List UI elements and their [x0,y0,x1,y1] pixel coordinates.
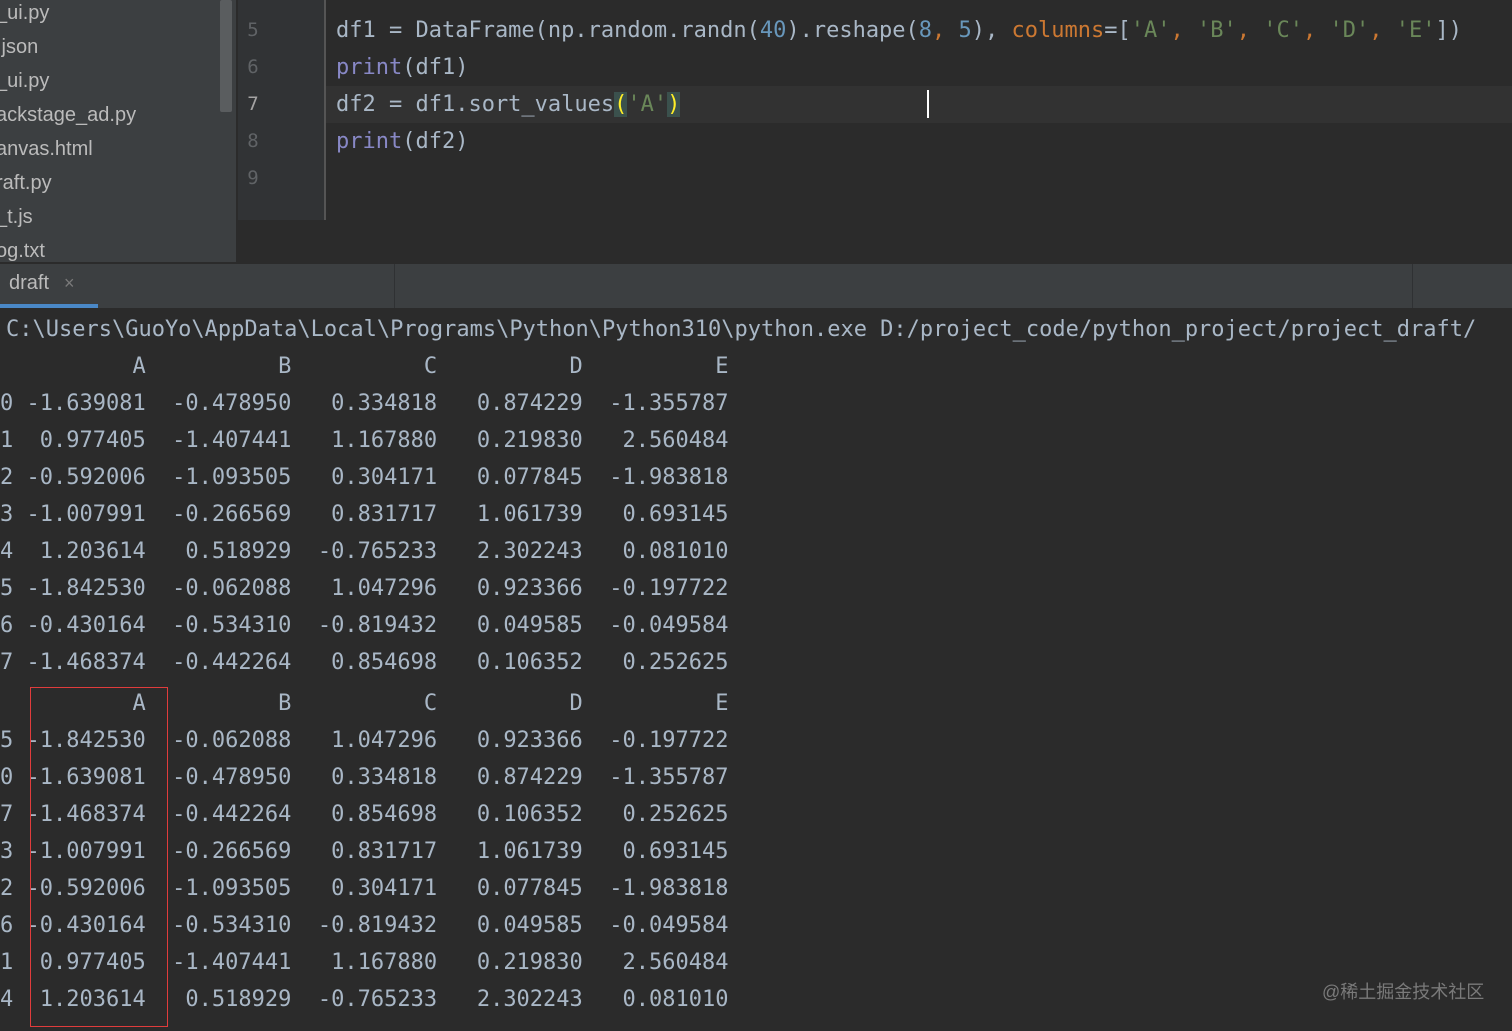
header-divider [1412,264,1413,308]
code-token: (df1) [402,55,469,80]
project-file-item[interactable]: anvas.html [0,132,93,166]
code-token: df2 = df1.sort_values [336,92,615,117]
code-token: , [1369,18,1396,43]
header-divider [394,264,395,308]
code-token: , [1236,18,1264,43]
code-token: , [1303,18,1330,43]
code-token-builtin: print [336,129,403,154]
code-token-keyword-arg: columns [1011,18,1105,43]
text-caret [927,90,929,118]
line-number-gutter: 5 6 7 8 9 [238,0,324,220]
close-icon[interactable]: × [64,273,75,294]
code-line-8[interactable]: print(df2) [336,123,468,160]
code-token-string: 'A' [1130,18,1171,43]
code-line-7[interactable]: df2 = df1.sort_values('A') [336,86,681,123]
code-token: , [932,18,959,43]
code-token-number: 8 [918,18,933,43]
project-file-item[interactable]: ackstage_ad.py [0,98,136,132]
run-tab-draft[interactable]: draft × [0,264,98,308]
code-token: ), [971,18,1012,43]
line-number-active: 7 [247,93,259,115]
project-file-item[interactable]: raft.py [0,166,52,200]
project-file-item[interactable]: _ui.py [0,64,49,98]
project-file-item[interactable]: _t.js [0,200,33,234]
code-editor[interactable]: 5 6 7 8 9 df1 = DataFrame(np.random.rand… [238,0,1512,220]
column-a-highlight-box [30,687,168,1027]
code-token: (df2) [402,129,469,154]
code-line-6[interactable]: print(df1) [336,49,468,86]
dataframe-row: 3 -1.007991 -0.266569 0.831717 1.061739 … [0,502,729,527]
editor-bottom-area [238,220,1512,264]
project-file-item[interactable]: .json [0,30,38,64]
console-command-line: C:\Users\GuoYo\AppData\Local\Programs\Py… [6,317,1477,342]
code-token-matched-brace: ) [667,92,681,117]
dataframe-row: 4 1.203614 0.518929 -0.765233 2.302243 0… [0,539,729,564]
line-number: 5 [247,19,259,41]
dataframe-row: 0 -1.639081 -0.478950 0.334818 0.874229 … [0,391,729,416]
code-token-number: 40 [759,18,787,43]
project-tree-scrollbar[interactable] [220,0,232,112]
dataframe-row: 6 -0.430164 -0.534310 -0.819432 0.049585… [0,613,729,638]
code-token: ]) [1435,18,1463,43]
line-number: 9 [247,167,259,189]
run-tab-label: draft [9,272,50,294]
watermark: @稀土掘金技术社区 [1322,982,1485,1002]
code-token: ).reshape( [786,18,919,43]
run-tool-window-header: draft × [0,264,1512,309]
code-token-builtin: print [336,55,403,80]
code-token: , [1170,18,1198,43]
line-number: 6 [247,56,259,78]
code-token: df1 = DataFrame(np.random.randn( [336,18,760,43]
code-token-string: 'A' [627,92,668,117]
code-token-matched-brace: ( [614,92,628,117]
dataframe-row: 5 -1.842530 -0.062088 1.047296 0.923366 … [0,576,729,601]
code-line-5[interactable]: df1 = DataFrame(np.random.randn(40).resh… [336,12,1462,49]
project-file-item[interactable]: _ui.py [0,0,49,30]
dataframe-header-row: A B C D E [0,354,729,379]
code-token: =[ [1104,18,1131,43]
code-token-string: 'D' [1329,18,1370,43]
code-token-string: 'C' [1263,18,1304,43]
line-number: 8 [247,130,259,152]
dataframe-row: 2 -0.592006 -1.093505 0.304171 0.077845 … [0,465,729,490]
project-file-item[interactable]: og.txt [0,234,45,262]
run-console-output[interactable]: C:\Users\GuoYo\AppData\Local\Programs\Py… [0,308,1512,1031]
dataframe-row: 7 -1.468374 -0.442264 0.854698 0.106352 … [0,650,729,675]
dataframe-row: 1 0.977405 -1.407441 1.167880 0.219830 2… [0,428,729,453]
code-token-number: 5 [958,18,972,43]
code-token-string: 'B' [1197,18,1237,43]
code-token-string: 'E' [1395,18,1436,43]
project-tree-panel: _ui.py .json _ui.py ackstage_ad.py anvas.htm… [0,0,236,262]
